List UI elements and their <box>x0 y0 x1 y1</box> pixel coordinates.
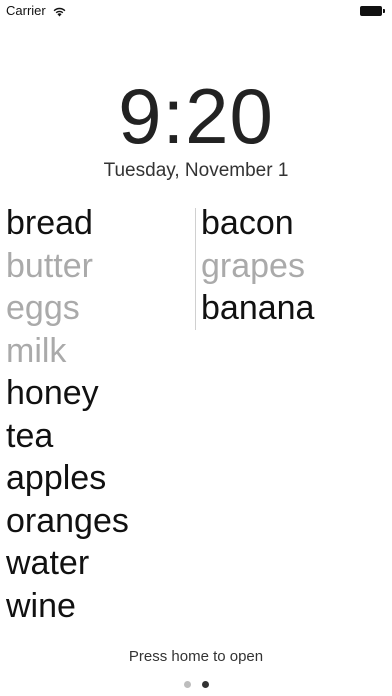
page-dot[interactable] <box>201 681 209 688</box>
status-bar: Carrier <box>0 0 392 22</box>
wifi-icon <box>53 7 66 16</box>
list-item[interactable]: bread <box>6 202 191 245</box>
lock-screen-date: Tuesday, November 1 <box>103 160 289 181</box>
column-divider <box>195 208 196 330</box>
list-item[interactable]: honey <box>6 372 191 415</box>
list-item[interactable]: grapes <box>201 245 386 288</box>
page-indicator[interactable] <box>0 681 392 688</box>
list-item[interactable]: milk <box>6 330 191 373</box>
battery-icon <box>360 6 385 16</box>
list-item[interactable]: banana <box>201 287 386 330</box>
carrier-label: Carrier <box>6 3 46 18</box>
list-item[interactable]: water <box>6 542 191 585</box>
lock-screen-time: 9:20 <box>118 72 274 160</box>
list-item[interactable]: bacon <box>201 202 386 245</box>
page-dot[interactable] <box>183 681 191 688</box>
list-item[interactable]: apples <box>6 457 191 500</box>
list-item[interactable]: eggs <box>6 287 191 330</box>
list-column-right: bacon grapes banana <box>201 202 386 330</box>
list-item[interactable]: tea <box>6 415 191 458</box>
list-item[interactable]: wine <box>6 585 191 628</box>
list-item[interactable]: butter <box>6 245 191 288</box>
list-column-left: bread butter eggs milk honey tea apples … <box>6 202 191 627</box>
shopping-list: bread butter eggs milk honey tea apples … <box>0 202 392 642</box>
unlock-hint: Press home to open <box>128 648 264 665</box>
list-item[interactable]: oranges <box>6 500 191 543</box>
carrier-info: Carrier <box>6 3 67 18</box>
